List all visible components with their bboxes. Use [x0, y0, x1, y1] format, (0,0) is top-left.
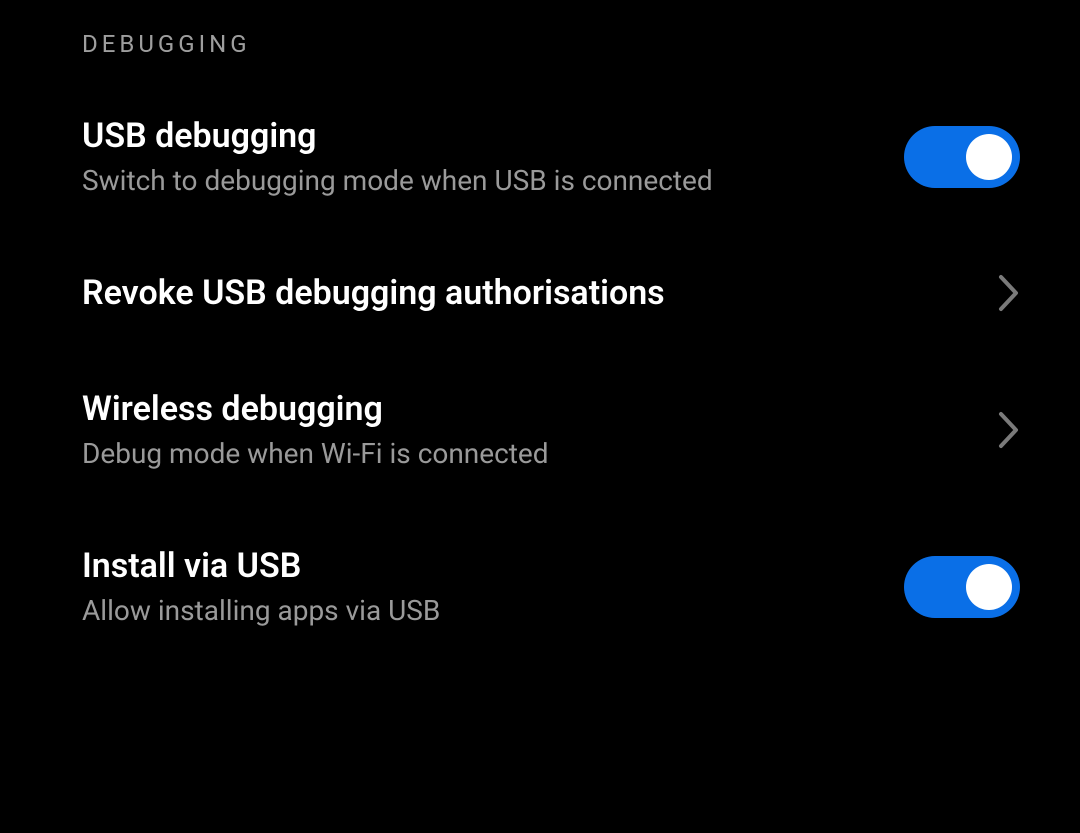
setting-title: Revoke USB debugging authorisations — [82, 273, 665, 313]
toggle-thumb — [966, 134, 1012, 180]
settings-list: USB debugging Switch to debugging mode w… — [0, 78, 1080, 665]
section-header: DEBUGGING — [0, 0, 1080, 78]
setting-text: USB debugging Switch to debugging mode w… — [82, 116, 713, 197]
setting-subtitle: Switch to debugging mode when USB is con… — [82, 164, 713, 197]
setting-item-wireless-debugging[interactable]: Wireless debugging Debug mode when Wi-Fi… — [0, 351, 1080, 508]
setting-title: USB debugging — [82, 116, 713, 156]
setting-title: Install via USB — [82, 546, 440, 586]
setting-title: Wireless debugging — [82, 389, 549, 429]
setting-item-install-via-usb[interactable]: Install via USB Allow installing apps vi… — [0, 508, 1080, 665]
setting-text: Wireless debugging Debug mode when Wi-Fi… — [82, 389, 549, 470]
setting-subtitle: Allow installing apps via USB — [82, 594, 440, 627]
setting-item-revoke-usb-auth[interactable]: Revoke USB debugging authorisations — [0, 235, 1080, 351]
install-via-usb-toggle[interactable] — [904, 556, 1020, 618]
setting-subtitle: Debug mode when Wi-Fi is connected — [82, 437, 549, 470]
chevron-right-icon — [998, 274, 1020, 312]
chevron-right-icon — [998, 411, 1020, 449]
usb-debugging-toggle[interactable] — [904, 126, 1020, 188]
setting-text: Install via USB Allow installing apps vi… — [82, 546, 440, 627]
setting-text: Revoke USB debugging authorisations — [82, 273, 665, 313]
setting-item-usb-debugging[interactable]: USB debugging Switch to debugging mode w… — [0, 78, 1080, 235]
toggle-thumb — [966, 564, 1012, 610]
